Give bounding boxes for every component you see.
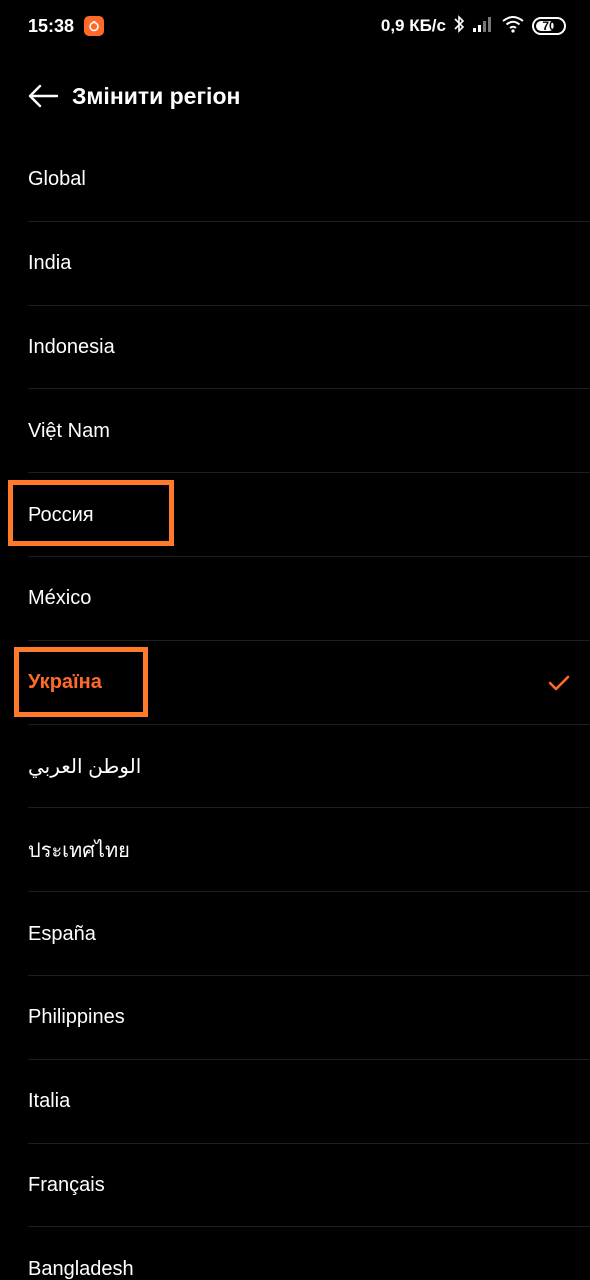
region-item[interactable]: Philippines [0, 976, 590, 1060]
wifi-icon [501, 15, 525, 38]
back-button[interactable] [26, 79, 60, 113]
region-label: Việt Nam [28, 419, 110, 442]
region-label: México [28, 587, 92, 610]
status-bar: 15:38 0,9 КБ/с 70 [0, 0, 590, 52]
region-item[interactable]: ประเทศไทย [0, 808, 590, 892]
arrow-left-icon [28, 84, 59, 108]
battery-icon: 70 [532, 17, 566, 35]
checkmark-icon [548, 675, 570, 690]
region-item[interactable]: Indonesia [0, 306, 590, 390]
region-item[interactable]: Global [0, 138, 590, 222]
status-right: 0,9 КБ/с 70 [381, 14, 566, 39]
region-label: ประเทศไทย [28, 840, 130, 863]
region-item[interactable]: Україна [0, 641, 590, 725]
bluetooth-icon [453, 14, 465, 39]
region-item[interactable]: India [0, 222, 590, 306]
region-label: Italia [28, 1090, 71, 1113]
battery-percent: 70 [542, 19, 556, 33]
region-item[interactable]: Việt Nam [0, 389, 590, 473]
network-speed: 0,9 КБ/с [380, 16, 446, 35]
region-item[interactable]: Français [0, 1144, 590, 1228]
region-item[interactable]: Italia [0, 1060, 590, 1144]
screen: 15:38 0,9 КБ/с 70 Змінити регіон Global … [0, 0, 590, 1280]
signal-icon [472, 15, 494, 38]
region-label: Indonesia [28, 335, 115, 358]
status-time: 15:38 [28, 15, 75, 36]
region-item[interactable]: España [0, 892, 590, 976]
region-item[interactable]: الوطن العربي [0, 725, 590, 809]
app-badge-icon [84, 16, 105, 36]
page-title: Змінити регіон [72, 82, 241, 109]
region-item[interactable]: Россия [0, 473, 590, 557]
region-item[interactable]: México [0, 557, 590, 641]
region-label: الوطن العربي [28, 755, 142, 778]
region-label: Français [28, 1173, 105, 1196]
status-left: 15:38 [28, 15, 105, 37]
region-label: Bangladesh [28, 1257, 134, 1280]
region-label: India [28, 252, 72, 275]
header: Змінити регіон [0, 70, 590, 122]
region-label: Philippines [28, 1006, 125, 1029]
region-item[interactable]: Bangladesh [0, 1227, 590, 1280]
region-label: España [28, 922, 96, 945]
region-label: Україна [28, 671, 102, 694]
region-list: Global India Indonesia Việt Nam Россия México… [0, 138, 590, 1280]
region-label: Global [28, 168, 86, 191]
region-label: Россия [28, 503, 94, 526]
